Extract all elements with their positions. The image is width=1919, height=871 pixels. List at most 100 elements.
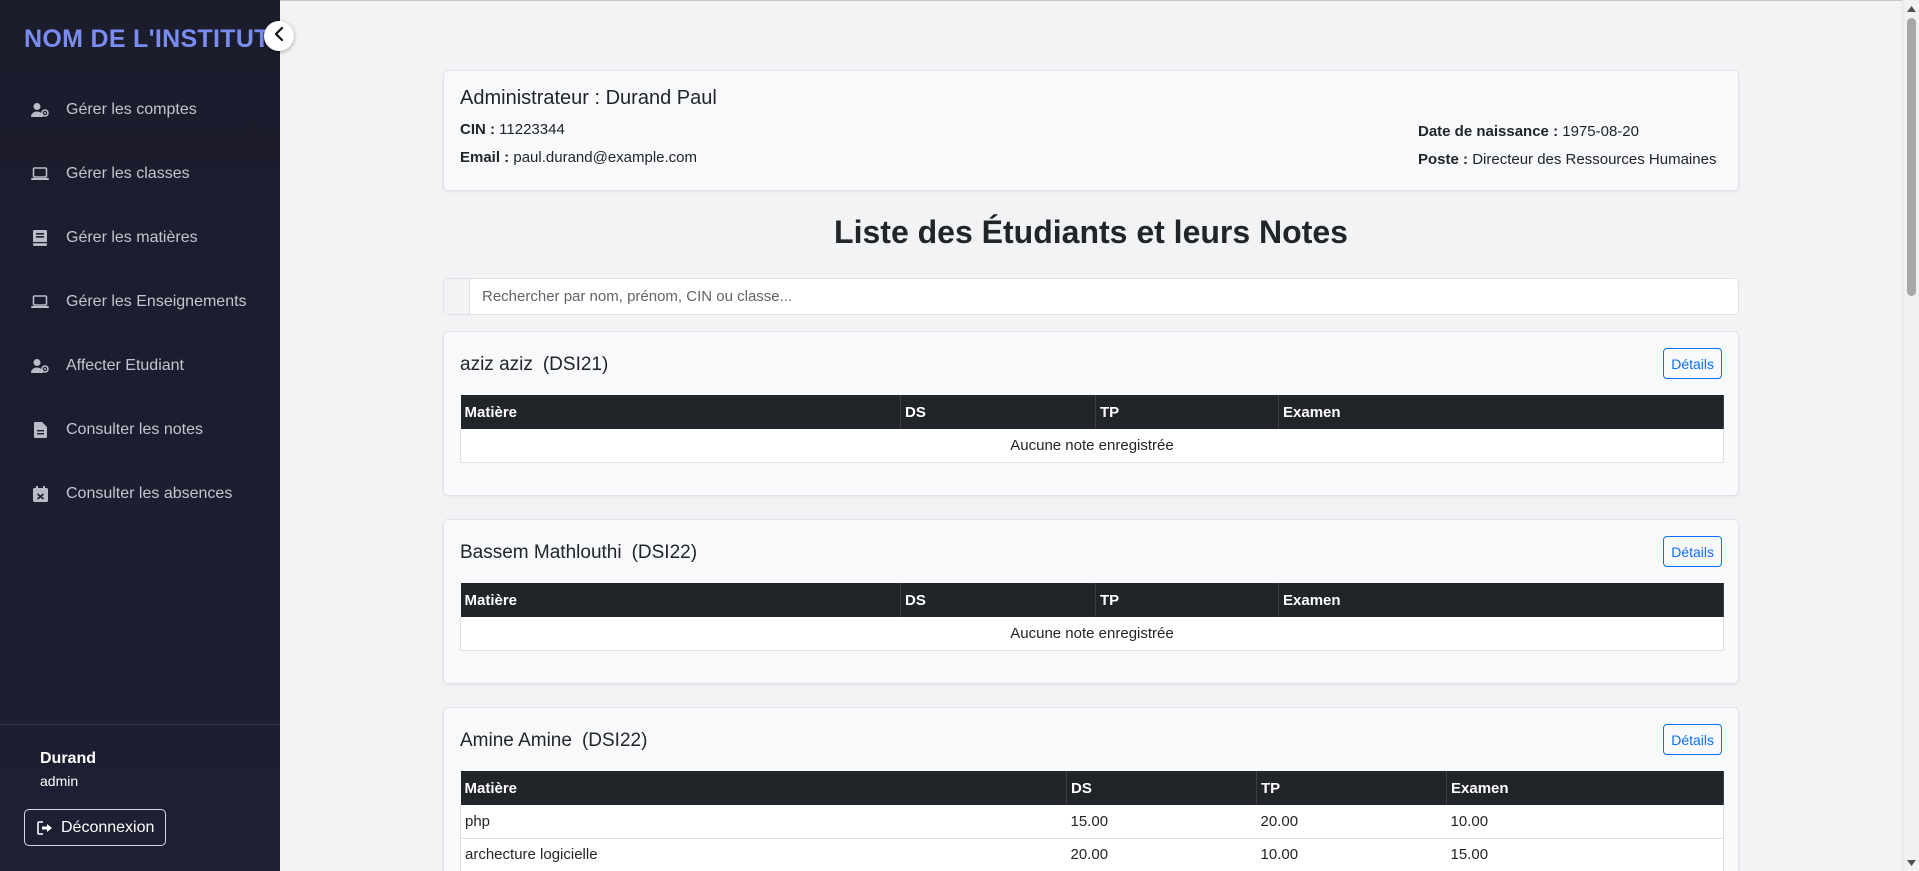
laptop-icon bbox=[30, 164, 50, 184]
dob-label: Date de naissance : bbox=[1418, 123, 1559, 140]
poste-line: Poste : Directeur des Ressources Humaine… bbox=[1418, 151, 1716, 168]
scrollbar-thumb[interactable] bbox=[1907, 18, 1916, 296]
details-button[interactable]: Détails bbox=[1663, 724, 1722, 755]
sidebar-item-gerer-comptes[interactable]: Gérer les comptes bbox=[0, 78, 280, 142]
column-header: DS bbox=[1066, 771, 1257, 805]
user-gear-icon bbox=[30, 100, 50, 120]
column-header: TP bbox=[1095, 395, 1279, 429]
poste-value: Directeur des Ressources Humaines bbox=[1472, 151, 1717, 168]
column-header: TP bbox=[1095, 583, 1279, 617]
logout-icon bbox=[37, 820, 53, 835]
column-header: Examen bbox=[1278, 583, 1724, 617]
sidebar-item-gerer-matieres[interactable]: Gérer les matières bbox=[0, 206, 280, 270]
sidebar-item-consulter-absences[interactable]: Consulter les absences bbox=[0, 462, 280, 526]
user-gear-icon bbox=[30, 356, 50, 376]
calendar-x-icon bbox=[30, 484, 50, 504]
cell-tp: 10.00 bbox=[1256, 838, 1447, 871]
student-header: Bassem Mathlouthi (DSI22) bbox=[460, 542, 697, 564]
search-bar bbox=[443, 278, 1739, 315]
sidebar-item-label: Gérer les Enseignements bbox=[66, 293, 247, 310]
notes-table: Matière DS TP Examen Aucune note enregis… bbox=[460, 583, 1724, 651]
page-title: Liste des Étudiants et leurs Notes bbox=[834, 214, 1348, 250]
scroll-down-arrow-icon[interactable] bbox=[1903, 854, 1919, 871]
cell-tp: 20.00 bbox=[1256, 805, 1447, 839]
sidebar-item-affecter-etudiant[interactable]: Affecter Etudiant bbox=[0, 334, 280, 398]
user-role: admin bbox=[40, 773, 79, 789]
cin-value: 11223344 bbox=[499, 121, 565, 138]
table-header-row: Matière DS TP Examen bbox=[460, 771, 1724, 805]
column-header: DS bbox=[900, 583, 1096, 617]
page-scrollbar[interactable] bbox=[1902, 0, 1919, 871]
chevron-left-icon bbox=[274, 26, 284, 46]
table-row: Aucune note enregistrée bbox=[460, 429, 1724, 463]
logout-button[interactable]: Déconnexion bbox=[24, 809, 166, 846]
cell-examen: 15.00 bbox=[1446, 838, 1724, 871]
dob-line: Date de naissance : 1975-08-20 bbox=[1418, 123, 1639, 140]
admin-title: Administrateur : Durand Paul bbox=[460, 87, 717, 109]
column-header: Matière bbox=[460, 583, 901, 617]
table-header-row: Matière DS TP Examen bbox=[460, 583, 1724, 617]
table-row: php 15.00 20.00 10.00 bbox=[460, 805, 1724, 839]
scroll-up-arrow-icon[interactable] bbox=[1903, 0, 1919, 17]
book-icon bbox=[30, 228, 50, 248]
search-input[interactable] bbox=[470, 279, 1738, 314]
column-header: Examen bbox=[1278, 395, 1724, 429]
cin-line: CIN : 11223344 bbox=[460, 121, 565, 138]
table-row: Aucune note enregistrée bbox=[460, 617, 1724, 651]
student-class: (DSI22) bbox=[631, 542, 698, 563]
column-header: Examen bbox=[1446, 771, 1724, 805]
sidebar-item-consulter-notes[interactable]: Consulter les notes bbox=[0, 398, 280, 462]
sidebar-item-gerer-enseignements[interactable]: Gérer les Enseignements bbox=[0, 270, 280, 334]
empty-notes-message: Aucune note enregistrée bbox=[460, 617, 1724, 651]
column-header: Matière bbox=[460, 395, 901, 429]
details-button[interactable]: Détails bbox=[1663, 348, 1722, 379]
notes-table: Matière DS TP Examen Aucune note enregis… bbox=[460, 395, 1724, 463]
logout-label: Déconnexion bbox=[61, 818, 155, 836]
details-button[interactable]: Détails bbox=[1663, 536, 1722, 567]
student-name: aziz aziz bbox=[460, 354, 533, 375]
column-header: Matière bbox=[460, 771, 1067, 805]
table-row: archecture logicielle 20.00 10.00 15.00 bbox=[460, 838, 1724, 871]
student-name: Bassem Mathlouthi bbox=[460, 542, 622, 563]
sidebar-collapse-button[interactable] bbox=[264, 21, 294, 51]
student-class: (DSI21) bbox=[542, 354, 609, 375]
file-icon bbox=[30, 420, 50, 440]
sidebar-item-label: Gérer les comptes bbox=[66, 101, 197, 118]
cell-matiere: archecture logicielle bbox=[460, 838, 1067, 871]
main-content: Administrateur : Durand Paul CIN : 11223… bbox=[280, 0, 1902, 871]
student-card: aziz aziz (DSI21) Détails Matière DS TP E… bbox=[443, 331, 1739, 496]
empty-notes-message: Aucune note enregistrée bbox=[460, 429, 1724, 463]
student-card: Bassem Mathlouthi (DSI22) Détails Matière… bbox=[443, 519, 1739, 684]
column-header: DS bbox=[900, 395, 1096, 429]
notes-table: Matière DS TP Examen php 15.00 20.00 10.… bbox=[460, 771, 1724, 871]
sidebar: NOM DE L'INSTITUT Gérer les comptes Gére… bbox=[0, 0, 280, 871]
sidebar-item-label: Consulter les notes bbox=[66, 421, 203, 438]
cell-ds: 15.00 bbox=[1066, 805, 1257, 839]
cin-label: CIN : bbox=[460, 121, 495, 138]
poste-label: Poste : bbox=[1418, 151, 1469, 168]
email-value: paul.durand@example.com bbox=[513, 149, 698, 166]
profile-card: Administrateur : Durand Paul CIN : 11223… bbox=[443, 70, 1739, 191]
sidebar-nav: Gérer les comptes Gérer les classes Gére… bbox=[0, 78, 280, 526]
sidebar-item-label: Gérer les classes bbox=[66, 165, 190, 182]
sidebar-item-label: Consulter les absences bbox=[66, 485, 233, 502]
email-line: Email : paul.durand@example.com bbox=[460, 149, 697, 166]
laptop-icon bbox=[30, 292, 50, 312]
student-card: Amine Amine (DSI22) Détails Matière DS TP… bbox=[443, 707, 1739, 871]
brand-title[interactable]: NOM DE L'INSTITUT bbox=[24, 25, 270, 54]
table-header-row: Matière DS TP Examen bbox=[460, 395, 1724, 429]
dob-value: 1975-08-20 bbox=[1562, 123, 1639, 140]
email-label: Email : bbox=[460, 149, 510, 166]
sidebar-item-gerer-classes[interactable]: Gérer les classes bbox=[0, 142, 280, 206]
student-name: Amine Amine bbox=[460, 730, 572, 751]
sidebar-divider bbox=[0, 724, 280, 725]
column-header: TP bbox=[1256, 771, 1447, 805]
cell-ds: 20.00 bbox=[1066, 838, 1257, 871]
sidebar-item-label: Affecter Etudiant bbox=[66, 357, 184, 374]
user-name: Durand bbox=[40, 750, 96, 767]
student-class: (DSI22) bbox=[581, 730, 648, 751]
student-header: Amine Amine (DSI22) bbox=[460, 730, 647, 752]
cell-examen: 10.00 bbox=[1446, 805, 1724, 839]
student-header: aziz aziz (DSI21) bbox=[460, 354, 608, 376]
search-addon bbox=[444, 279, 470, 314]
